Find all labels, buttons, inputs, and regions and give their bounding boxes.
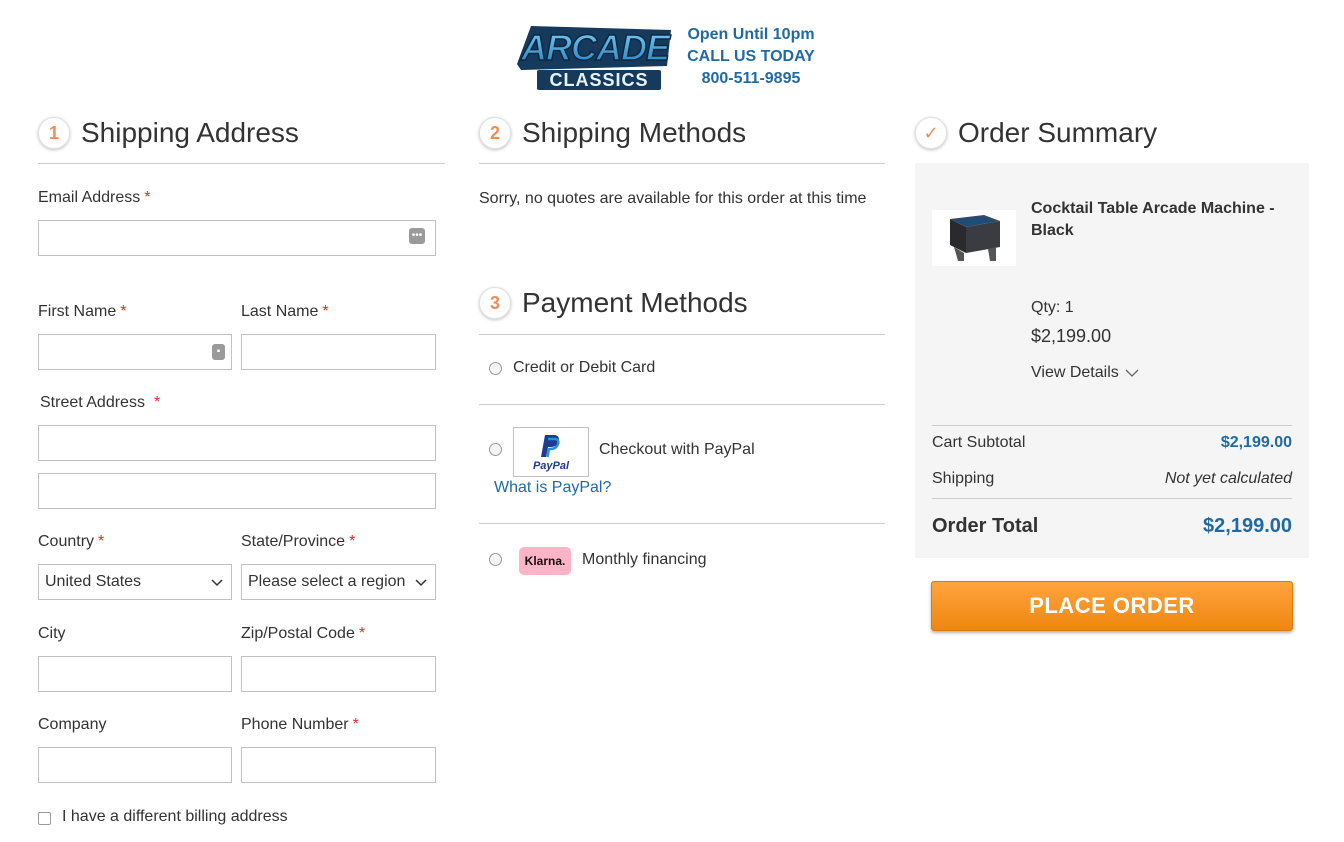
order-summary-heading: ✓ Order Summary (915, 113, 1157, 153)
paypal-label[interactable]: Checkout with PayPal (599, 441, 755, 459)
no-quotes-message: Sorry, no quotes are available for this … (479, 190, 867, 207)
street-address-label: Street Address * (40, 394, 161, 411)
contact-card-icon[interactable]: ▪ (212, 344, 225, 360)
company-field[interactable] (38, 747, 232, 783)
first-name-field[interactable] (38, 334, 232, 370)
autofill-icon[interactable]: ••• (409, 228, 425, 244)
section-title: Shipping Address (81, 117, 299, 148)
phone-link[interactable]: 800-511-9895 (680, 68, 822, 90)
arcade-table-image (950, 215, 1000, 261)
paypal-icon (541, 434, 560, 457)
store-logo[interactable]: ARCADE CLASSICS (511, 16, 676, 92)
chevron-down-icon (211, 579, 223, 587)
section-title: Shipping Methods (522, 117, 747, 148)
billing-address-checkbox[interactable] (38, 812, 51, 825)
step-1-badge: 1 (38, 117, 70, 149)
zip-field[interactable] (241, 656, 436, 692)
payment-methods-heading: 3 Payment Methods (479, 283, 748, 323)
step-2-badge: 2 (479, 117, 511, 149)
paypal-radio[interactable] (489, 443, 502, 456)
phone-label: Phone Number * (241, 716, 359, 733)
shipping-methods-heading: 2 Shipping Methods (479, 113, 746, 153)
what-is-paypal-link[interactable]: What is PayPal? (494, 479, 611, 497)
logo-text-classics: CLASSICS (549, 70, 648, 90)
company-label: Company (38, 716, 107, 733)
section-title: Order Summary (958, 117, 1158, 148)
checkmark-icon: ✓ (915, 117, 947, 149)
country-select[interactable]: United States (38, 564, 232, 600)
place-order-button[interactable]: PLACE ORDER (931, 581, 1293, 631)
divider (479, 163, 885, 164)
last-name-label: Last Name * (241, 303, 329, 320)
street-address-line-2[interactable] (38, 473, 436, 509)
paypal-logo[interactable]: PayPal (513, 427, 589, 477)
chevron-down-icon (415, 579, 427, 587)
klarna-label[interactable]: Monthly financing (582, 551, 707, 569)
divider (38, 163, 445, 164)
chevron-down-icon (1125, 369, 1139, 377)
product-thumbnail[interactable] (932, 210, 1016, 266)
product-price: $2,199.00 (1031, 326, 1112, 346)
country-value: United States (45, 573, 142, 590)
country-label: Country * (38, 533, 105, 550)
state-label: State/Province * (241, 533, 356, 550)
divider (932, 425, 1292, 426)
city-field[interactable] (38, 656, 232, 692)
email-field[interactable] (38, 220, 436, 256)
last-name-field[interactable] (241, 334, 436, 370)
shipping-value: Not yet calculated (1164, 470, 1292, 487)
klarna-radio[interactable] (489, 553, 502, 566)
hours-text: Open Until 10pm (687, 26, 815, 43)
klarna-logo[interactable]: Klarna. (519, 547, 571, 575)
store-hours: Open Until 10pm CALL US TODAY 800-511-98… (680, 24, 822, 90)
order-total-value: $2,199.00 (1203, 515, 1292, 537)
cart-subtotal-value: $2,199.00 (1220, 434, 1292, 451)
order-total-label: Order Total (932, 515, 1039, 537)
product-name: Cocktail Table Arcade Machine - Black (1031, 200, 1275, 239)
call-text: CALL US TODAY (687, 48, 815, 65)
email-label: Email Address * (38, 189, 151, 206)
city-label: City (38, 625, 66, 642)
zip-label: Zip/Postal Code * (241, 625, 366, 642)
first-name-label: First Name * (38, 303, 127, 320)
view-details-toggle[interactable]: View Details (1031, 364, 1139, 382)
step-3-badge: 3 (479, 287, 511, 319)
product-qty: Qty: 1 (1031, 299, 1074, 316)
credit-card-radio[interactable] (489, 362, 502, 375)
divider (479, 523, 885, 524)
street-address-line-1[interactable] (38, 425, 436, 461)
divider (932, 498, 1292, 499)
logo-text-arcade: ARCADE (520, 27, 671, 68)
divider (479, 334, 885, 335)
cart-subtotal-label: Cart Subtotal (932, 434, 1026, 451)
shipping-label: Shipping (932, 470, 995, 487)
phone-field[interactable] (241, 747, 436, 783)
shipping-address-heading: 1 Shipping Address (38, 113, 299, 153)
view-details-label: View Details (1031, 364, 1119, 381)
state-value: Please select a region (248, 573, 406, 590)
paypal-logo-text: PayPal (532, 459, 570, 472)
state-select[interactable]: Please select a region (241, 564, 436, 600)
section-title: Payment Methods (522, 287, 748, 318)
credit-card-label[interactable]: Credit or Debit Card (513, 359, 655, 377)
divider (479, 404, 885, 405)
billing-address-label[interactable]: I have a different billing address (62, 808, 288, 826)
